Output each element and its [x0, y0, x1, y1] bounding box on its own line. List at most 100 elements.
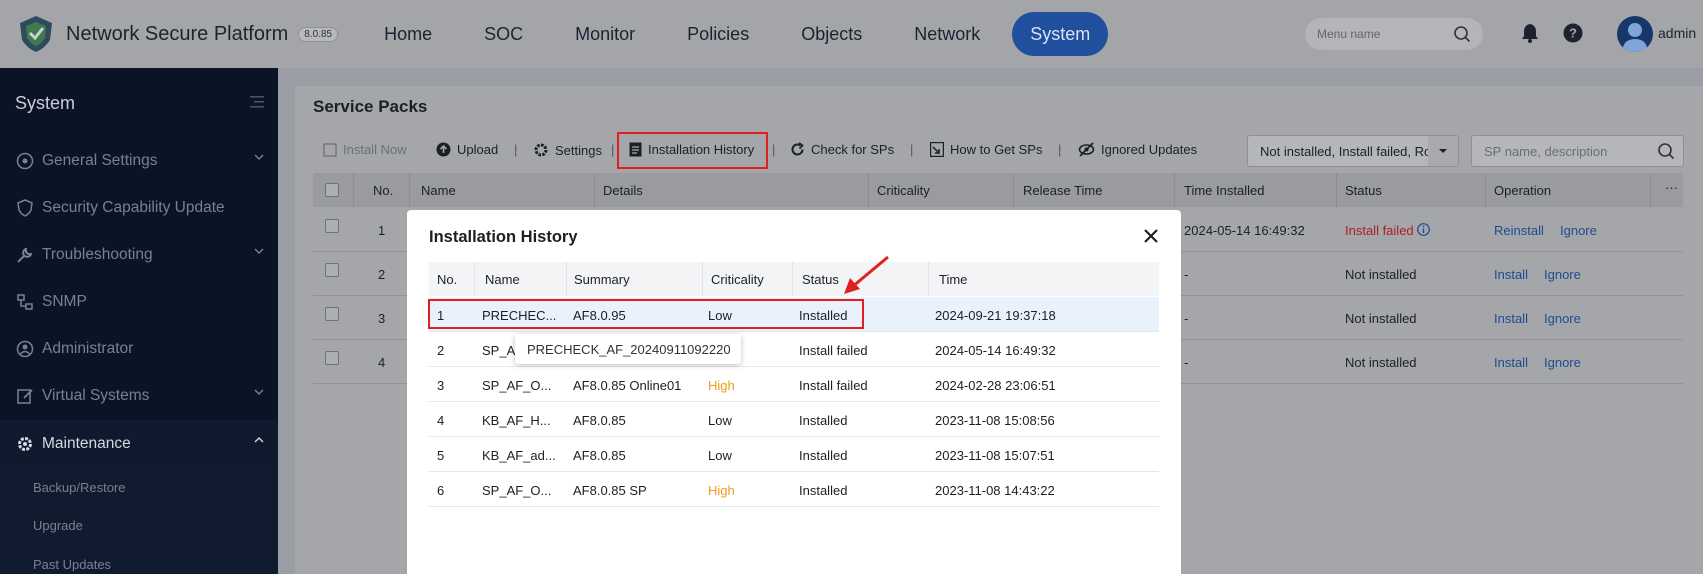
- ignore-link[interactable]: Ignore: [1544, 267, 1581, 282]
- sidebar-item-label: SNMP: [42, 292, 87, 310]
- hist-col-name: Name: [485, 272, 520, 287]
- hist-name: SP_AF_O...: [482, 483, 552, 498]
- nav-monitor[interactable]: Monitor: [549, 12, 661, 56]
- ignore-link[interactable]: Ignore: [1560, 223, 1597, 238]
- close-icon[interactable]: [1142, 227, 1160, 245]
- ignored-updates-button[interactable]: Ignored Updates: [1078, 142, 1197, 157]
- avatar-icon[interactable]: [1617, 16, 1653, 52]
- sidebar-item-administrator[interactable]: Administrator: [0, 325, 278, 372]
- guide-icon: [930, 142, 944, 157]
- how-to-get-sps-button[interactable]: How to Get SPs: [930, 142, 1042, 157]
- sidebar-item-troubleshooting[interactable]: Troubleshooting: [0, 231, 278, 278]
- install-now-button[interactable]: Install Now: [323, 142, 407, 157]
- hist-status: Install failed: [799, 343, 868, 358]
- sidebar-item-snmp[interactable]: SNMP: [0, 278, 278, 325]
- row-no: 3: [378, 311, 386, 326]
- caret-down-icon: [1439, 149, 1447, 153]
- eye-off-icon: [1078, 142, 1095, 157]
- col-details: Details: [603, 183, 643, 198]
- col-no: No.: [373, 183, 394, 198]
- help-icon[interactable]: ?: [1563, 23, 1583, 43]
- check-for-sps-button[interactable]: Check for SPs: [790, 142, 894, 157]
- nav-home[interactable]: Home: [358, 12, 458, 56]
- sidebar-item-virtual-systems[interactable]: Virtual Systems: [0, 372, 278, 419]
- highlight-installation-history: [617, 132, 768, 169]
- filter-caret[interactable]: [1428, 136, 1458, 166]
- nav-soc[interactable]: SOC: [458, 12, 549, 56]
- sp-table-header: [313, 173, 1683, 207]
- hist-no: 2: [437, 343, 445, 358]
- sidebar-item-security-capability-update[interactable]: Security Capability Update: [0, 184, 278, 231]
- shield-icon: [17, 198, 33, 217]
- col-time-installed: Time Installed: [1184, 183, 1265, 198]
- hist-status: Installed: [799, 483, 848, 498]
- sidebar-subitem-past-updates[interactable]: Past Updates: [33, 557, 111, 572]
- wrench-icon: [17, 247, 33, 263]
- row-checkbox[interactable]: [325, 219, 339, 233]
- installation-history-dialog: Installation History No. Name Summary Cr…: [407, 210, 1181, 574]
- ignore-link[interactable]: Ignore: [1544, 311, 1581, 326]
- settings-button[interactable]: Settings: [533, 142, 602, 158]
- hist-time: 2023-11-08 15:08:56: [935, 413, 1055, 428]
- row-checkbox[interactable]: [325, 307, 339, 321]
- sidebar-item-maintenance[interactable]: Maintenance: [0, 420, 278, 467]
- nav-policies[interactable]: Policies: [661, 12, 775, 56]
- menu-search-placeholder: Menu name: [1317, 27, 1381, 41]
- hist-criticality: High: [708, 378, 735, 393]
- row-checkbox[interactable]: [325, 263, 339, 277]
- edit-box-icon: [17, 388, 33, 404]
- hist-summary: AF8.0.85 SP: [573, 483, 647, 498]
- info-icon[interactable]: [1417, 223, 1430, 236]
- tooltip-text: PRECHECK_AF_20240911092220: [527, 342, 731, 357]
- status-filter-select[interactable]: Not installed, Install failed, Ro: [1247, 135, 1459, 167]
- install-link[interactable]: Install: [1494, 355, 1528, 370]
- sidebar-item-label: General Settings: [42, 151, 158, 169]
- sp-search-input[interactable]: SP name, description: [1471, 135, 1684, 167]
- search-icon[interactable]: [1657, 142, 1675, 160]
- sidebar-subitem-backup-restore[interactable]: Backup/Restore: [33, 480, 126, 495]
- row-time-installed: -: [1184, 311, 1189, 326]
- hist-criticality: Low: [708, 413, 732, 428]
- hist-name: KB_AF_ad...: [482, 448, 556, 463]
- user-name[interactable]: admin: [1658, 25, 1696, 41]
- nav-network[interactable]: Network: [888, 12, 1006, 56]
- settings-label: Settings: [555, 142, 602, 158]
- hist-col-summary: Summary: [574, 272, 630, 287]
- install-link[interactable]: Install: [1494, 311, 1528, 326]
- hist-col-no: No.: [437, 272, 458, 287]
- hist-col-time: Time: [939, 272, 968, 287]
- ignored-updates-label: Ignored Updates: [1101, 142, 1198, 157]
- hist-status: Install failed: [799, 378, 868, 393]
- sidebar-subitem-upgrade[interactable]: Upgrade: [33, 518, 83, 533]
- row-time-installed: -: [1184, 267, 1189, 282]
- upload-button[interactable]: Upload: [436, 142, 498, 157]
- hist-time: 2023-11-08 14:43:22: [935, 483, 1055, 498]
- status-not-installed: Not installed: [1345, 311, 1417, 326]
- reinstall-link[interactable]: Reinstall: [1494, 223, 1544, 238]
- chevron-down-icon: [254, 154, 264, 160]
- bell-icon[interactable]: [1521, 23, 1539, 43]
- hist-status: Installed: [799, 413, 848, 428]
- nav-objects[interactable]: Objects: [775, 12, 888, 56]
- hist-summary: AF8.0.85: [573, 448, 626, 463]
- sp-search-placeholder: SP name, description: [1484, 144, 1608, 159]
- search-icon[interactable]: [1453, 25, 1471, 43]
- nav-system[interactable]: System: [1012, 12, 1109, 56]
- col-name: Name: [421, 183, 456, 198]
- select-all-checkbox[interactable]: [325, 183, 339, 197]
- sidebar-item-label: Administrator: [42, 339, 134, 357]
- collapse-menu-icon[interactable]: [250, 96, 264, 108]
- install-link[interactable]: Install: [1494, 267, 1528, 282]
- sidebar-item-label: Maintenance: [42, 434, 131, 452]
- sidebar-title: System: [15, 93, 76, 113]
- sidebar-item-label: Virtual Systems: [42, 386, 150, 404]
- sidebar-item-general-settings[interactable]: General Settings: [0, 137, 278, 184]
- hist-criticality: High: [708, 483, 735, 498]
- annotation-arrow-icon: [844, 255, 889, 294]
- column-settings-icon[interactable]: ···: [1665, 180, 1678, 195]
- ignore-link[interactable]: Ignore: [1544, 355, 1581, 370]
- how-to-get-sps-label: How to Get SPs: [950, 142, 1043, 157]
- menu-search-input[interactable]: Menu name: [1305, 18, 1483, 50]
- row-checkbox[interactable]: [325, 351, 339, 365]
- brand-name: Network Secure Platform: [66, 22, 289, 45]
